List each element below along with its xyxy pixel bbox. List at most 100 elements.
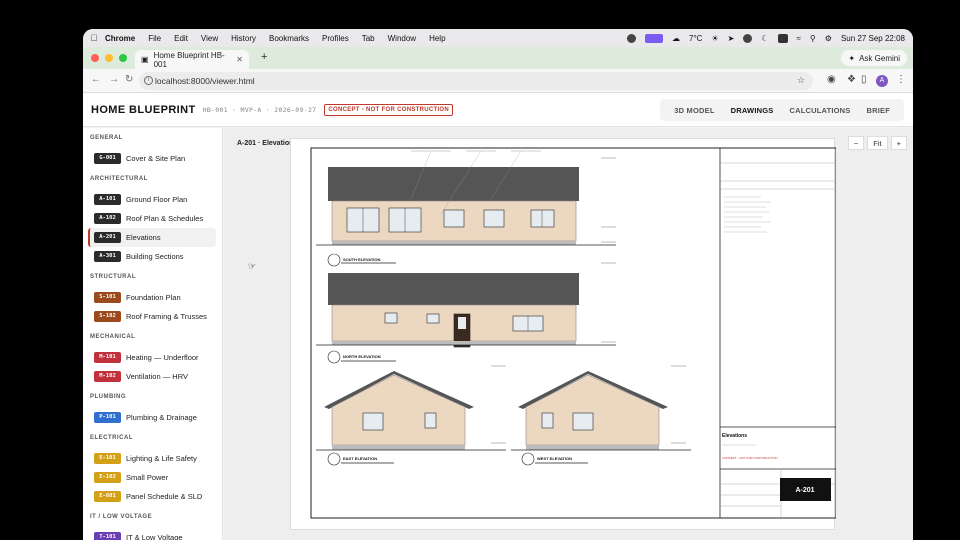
menu-window[interactable]: Window [388,34,416,43]
nav-3d-model[interactable]: 3D MODEL [666,106,722,115]
ask-gemini-label: Ask Gemini [859,53,900,63]
menu-help[interactable]: Help [429,34,445,43]
east-elevation: EAST ELEVATION [316,365,506,466]
input-source-icon[interactable] [777,33,788,43]
west-elevation-title: WEST ELEVATION [537,456,572,461]
sidebar-item-m-101[interactable]: M-101 Heating — Underfloor [88,348,216,367]
site-info-icon[interactable]: i [144,76,153,85]
brightness-icon[interactable]: ☀ [711,34,718,43]
sidebar-item-s-101[interactable]: S-101 Foundation Plan [88,288,216,307]
address-bar[interactable]: i localhost:8000/viewer.html ☆ [139,72,813,90]
sheet-code-badge: A-301 [94,251,121,262]
sidebar-section-title: MECHANICAL [90,334,136,340]
close-tab-icon[interactable]: ✕ [236,55,243,64]
nav-brief[interactable]: BRIEF [859,106,899,115]
profile-avatar[interactable]: A [876,75,888,87]
reload-icon[interactable]: ↻ [125,74,133,85]
sidebar-item-t-101[interactable]: T-101 IT & Low Voltage [88,528,216,540]
zoom-fit-button[interactable]: Fit [867,136,888,150]
zoom-out-button[interactable]: − [847,136,865,150]
sidebar-section-title: GENERAL [90,135,123,141]
sidebar-item-m-102[interactable]: M-102 Ventilation — HRV [88,367,216,386]
top-nav: 3D MODEL DRAWINGS CALCULATIONS BRIEF [660,99,904,121]
sheet-code-badge: E-601 [94,491,121,502]
spotlight-icon[interactable]: ⚲ [810,34,816,43]
extension-icon[interactable]: ◉ [827,74,836,85]
sheet-code-badge: E-101 [94,453,121,464]
titleblock-title: Elevations [722,433,747,439]
sidebar-section-title: ARCHITECTURAL [90,176,148,182]
sidebar-item-e-101[interactable]: E-101 Lighting & Life Safety [88,449,216,468]
control-center-icon[interactable]: ⚙ [825,34,832,43]
extensions-puzzle-icon[interactable]: ❖ [847,74,856,85]
close-window-button[interactable] [91,54,99,62]
wifi-icon[interactable]: ≈ [797,34,801,43]
browser-tab[interactable]: ▣ Home Blueprint HB-001 ✕ [135,50,249,69]
clock[interactable]: Sun 27 Sep 22:08 [841,34,905,43]
weather-temp[interactable]: 7°C [689,34,702,43]
ask-gemini-button[interactable]: ✦ Ask Gemini [841,50,907,66]
zoom-window-button[interactable] [119,54,127,62]
drawing-sheet: SOUTH ELEVATION NORTH ELEVATION EAST ELE… [290,138,836,530]
back-icon[interactable]: ← [91,74,101,85]
sheet-code-badge: M-102 [94,371,121,382]
sheet-code-badge: P-101 [94,412,121,423]
menu-app[interactable]: Chrome [105,34,135,43]
sidebar-section-title: IT / LOW VOLTAGE [90,514,153,520]
sheet-label: IT & Low Voltage [126,533,183,540]
macos-menubar:  Chrome File Edit View History Bookmark… [83,29,913,47]
sidebar-item-p-101[interactable]: P-101 Plumbing & Drainage [88,408,216,427]
project-meta: HB-001 · MVP-A · 2026-09-27 [202,105,317,114]
concept-badge: CONCEPT - NOT FOR CONSTRUCTION [324,103,454,116]
drawing-canvas[interactable]: A-201 · Elevations − Fit + SOUTH ELEVATI… [224,128,913,540]
sidebar-item-e-601[interactable]: E-601 Panel Schedule & SLD [88,487,216,506]
menu-tab[interactable]: Tab [362,34,375,43]
gemini-sparkle-icon: ✦ [848,53,856,63]
app-brand: HOME BLUEPRINT [91,103,196,116]
sidebar-item-g-001[interactable]: G-001 Cover & Site Plan [88,149,216,168]
sidebar-item-a-301[interactable]: A-301 Building Sections [88,247,216,266]
globe-icon[interactable] [627,33,637,43]
sheet-label: Roof Plan & Schedules [126,214,204,223]
minimize-window-button[interactable] [105,54,113,62]
chrome-menu-icon[interactable]: ⋮ [896,74,906,85]
sheet-code-badge: G-001 [94,153,121,164]
sheet-code-badge: A-101 [94,194,121,205]
sheet-code-badge: E-102 [94,472,121,483]
sheet-code-badge: T-101 [94,532,121,540]
sheet-number: A-201 [795,487,814,494]
moon-icon[interactable]: ☾ [761,34,768,43]
menu-profiles[interactable]: Profiles [322,34,349,43]
tab-title: Home Blueprint HB-001 [153,50,225,69]
sidebar-item-a-102[interactable]: A-102 Roof Plan & Schedules [88,209,216,228]
menu-bookmarks[interactable]: Bookmarks [269,34,309,43]
sheet-code-badge: S-101 [94,292,121,303]
forward-icon[interactable]: → [109,74,119,85]
menu-history[interactable]: History [231,34,256,43]
nav-drawings[interactable]: DRAWINGS [723,106,782,115]
app-header: HOME BLUEPRINT HB-001 · MVP-A · 2026-09-… [83,93,913,127]
sidebar-item-a-101[interactable]: A-101 Ground Floor Plan [88,190,216,209]
zoom-in-button[interactable]: + [890,136,907,150]
bookmark-star-icon[interactable]: ☆ [797,75,805,86]
timer-icon[interactable] [743,33,753,43]
nav-calculations[interactable]: CALCULATIONS [781,106,858,115]
south-elevation-title: SOUTH ELEVATION [343,257,381,262]
menu-view[interactable]: View [201,34,218,43]
west-elevation: WEST ELEVATION [511,365,691,466]
sheet-label: Cover & Site Plan [126,154,186,163]
sidebar-item-a-201[interactable]: A-201 Elevations [88,228,216,247]
menu-file[interactable]: File [148,34,161,43]
sidebar-item-e-102[interactable]: E-102 Small Power [88,468,216,487]
apple-icon[interactable]:  [83,33,105,43]
menu-edit[interactable]: Edit [174,34,188,43]
cursor-tool-icon[interactable]: ➤ [728,34,735,43]
new-tab-button[interactable]: + [261,51,267,63]
screen-record-icon[interactable] [645,33,664,43]
sidebar-toggle-icon[interactable]: ▯ [861,74,867,85]
north-elevation-title: NORTH ELEVATION [343,354,381,359]
sidebar-item-s-102[interactable]: S-102 Roof Framing & Trusses [88,307,216,326]
